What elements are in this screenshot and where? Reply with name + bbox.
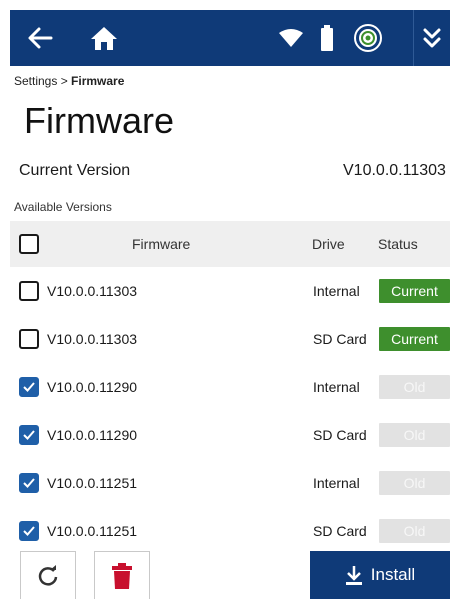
breadcrumb: Settings > Firmware [14,74,124,88]
checkmark-icon [23,478,35,488]
row-checkbox[interactable] [19,473,39,493]
wifi-icon [279,29,303,47]
battery-icon [321,25,333,51]
table-row[interactable]: V10.0.0.11290 Internal Old [10,363,450,411]
install-label: Install [370,565,416,584]
available-versions-label: Available Versions [14,200,112,214]
status-badge: Old [379,375,450,399]
row-checkbox[interactable] [19,425,39,445]
install-button[interactable]: Install [310,551,450,599]
download-icon [345,566,362,585]
firmware-version: V10.0.0.11303 [47,283,138,299]
top-app-bar [10,10,450,66]
refresh-button[interactable] [20,551,76,599]
home-button[interactable] [82,10,126,66]
drive-name: SD Card [313,427,367,443]
row-checkbox[interactable] [19,377,39,397]
drive-name: SD Card [313,331,367,347]
page-title: Firmware [24,100,174,141]
battery-status [316,10,338,66]
delete-button[interactable] [94,551,150,599]
trash-icon [112,562,132,589]
row-checkbox[interactable] [19,521,39,541]
breadcrumb-parent[interactable]: Settings > [14,74,68,88]
breadcrumb-current: Firmware [71,74,125,88]
status-badge: Old [379,519,450,543]
back-arrow-icon [28,27,53,49]
checkmark-icon [23,430,35,440]
table-row[interactable]: V10.0.0.11251 Internal Old [10,459,450,507]
checkmark-icon [23,526,35,536]
checkmark-icon [23,382,35,392]
target-status-icon [354,24,382,52]
home-icon [91,27,117,50]
status-badge: Old [379,423,450,447]
connection-status[interactable] [350,10,386,66]
firmware-version: V10.0.0.11290 [47,427,138,443]
status-badge: Current [379,279,450,303]
row-checkbox[interactable] [19,281,39,301]
table-row[interactable]: V10.0.0.11290 SD Card Old [10,411,450,459]
drive-column-header: Drive [312,236,345,252]
bottom-action-bar: Install [10,545,450,599]
refresh-icon [38,564,58,586]
table-row[interactable]: V10.0.0.11303 Internal Current [10,267,450,315]
back-button[interactable] [18,10,62,66]
drive-name: Internal [313,379,360,395]
drive-name: Internal [313,283,360,299]
table-header: Firmware Drive Status [10,221,450,267]
table-row[interactable]: V10.0.0.11303 SD Card Current [10,315,450,363]
firmware-column-header: Firmware [132,236,191,252]
wifi-status [276,10,306,66]
firmware-version: V10.0.0.11290 [47,379,138,395]
firmware-version: V10.0.0.11303 [47,331,138,347]
expand-menu-button[interactable] [414,10,450,66]
firmware-version: V10.0.0.11251 [47,475,138,491]
row-checkbox[interactable] [19,329,39,349]
status-badge: Old [379,471,450,495]
status-badge: Current [379,327,450,351]
current-version-label: Current Version [19,162,131,179]
select-all-checkbox[interactable] [19,234,39,254]
status-column-header: Status [378,236,418,252]
drive-name: Internal [313,475,360,491]
current-version-value: V10.0.0.11303 [343,162,446,179]
double-chevron-down-icon [423,28,441,48]
